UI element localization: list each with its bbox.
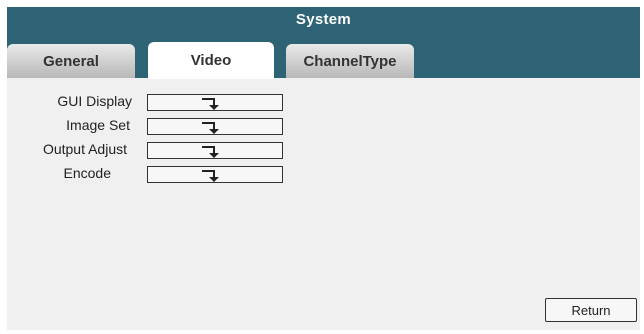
tab-channeltype[interactable]: ChannelType bbox=[286, 44, 414, 78]
output-adjust-label: Output Adjust bbox=[42, 141, 127, 157]
encode-label: Encode bbox=[63, 165, 111, 181]
setting-row-output-adjust: Output Adjust bbox=[7, 140, 307, 162]
tab-general-label: General bbox=[43, 52, 99, 70]
setting-row-image-set: Image Set bbox=[7, 116, 307, 138]
gui-display-label: GUI Display bbox=[57, 93, 132, 109]
return-button[interactable]: Return bbox=[545, 298, 637, 322]
tab-channeltype-label: ChannelType bbox=[303, 52, 397, 70]
gui-display-button[interactable] bbox=[147, 94, 283, 111]
tab-general[interactable]: General bbox=[7, 44, 135, 78]
setting-row-encode: Encode bbox=[7, 164, 307, 186]
tab-video-label: Video bbox=[190, 52, 232, 69]
tab-video[interactable]: Video bbox=[148, 42, 274, 79]
image-set-label: Image Set bbox=[66, 117, 130, 133]
setting-row-gui-display: GUI Display bbox=[7, 92, 307, 114]
enter-arrow-icon bbox=[202, 170, 219, 182]
encode-button[interactable] bbox=[147, 166, 283, 183]
enter-arrow-icon bbox=[202, 146, 219, 158]
enter-arrow-icon bbox=[202, 98, 219, 110]
enter-arrow-icon bbox=[202, 122, 219, 134]
system-window: System General Video ChannelType GUI Dis… bbox=[7, 7, 640, 330]
window-title: System bbox=[295, 11, 352, 28]
output-adjust-button[interactable] bbox=[147, 142, 283, 159]
title-bar: System General Video ChannelType bbox=[7, 7, 640, 79]
image-set-button[interactable] bbox=[147, 118, 283, 135]
